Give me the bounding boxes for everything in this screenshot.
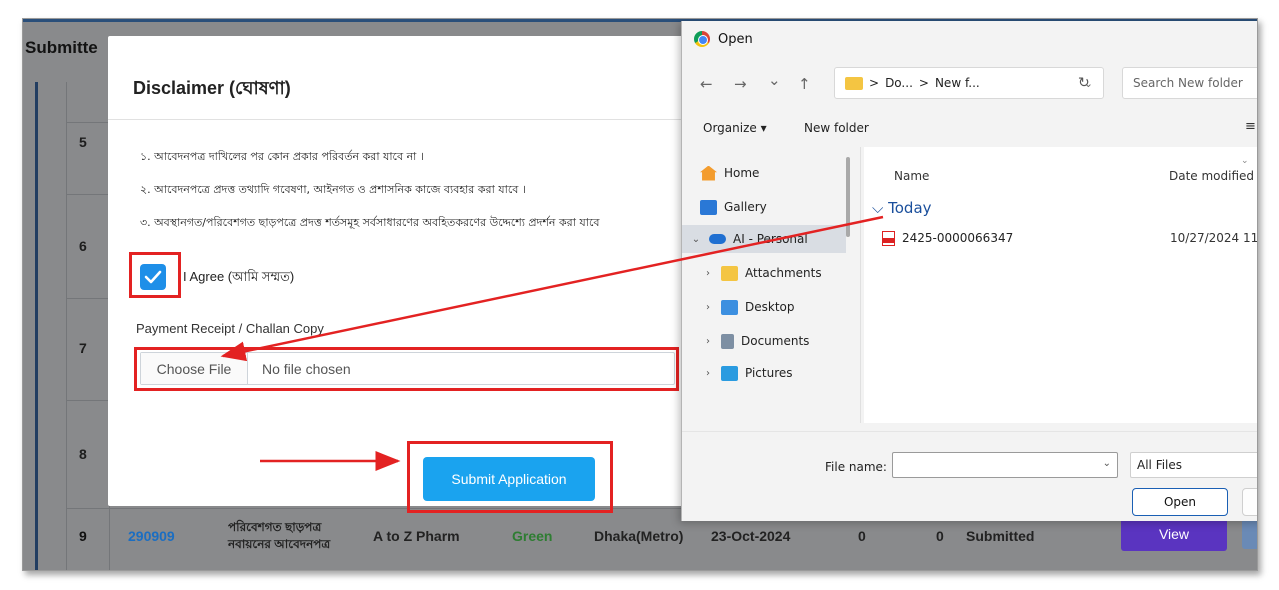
annotation-arrow-file-to-input (220, 215, 884, 362)
screenshot-frame: Submitte 5 6 7 8 9 290909 পরিবেশগত ছাড়প… (22, 18, 1258, 571)
annotation-arrows (220, 215, 884, 471)
